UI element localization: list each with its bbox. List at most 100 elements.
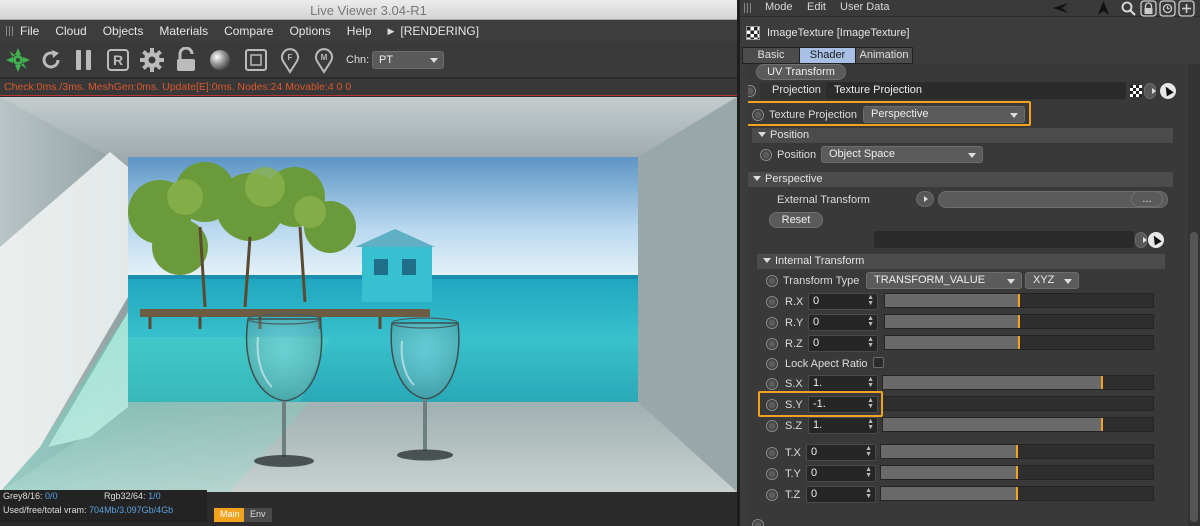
tab-animation[interactable]: Animation — [855, 47, 913, 64]
spinner-icon[interactable]: ▲ ▼ — [867, 418, 874, 431]
tx-slider[interactable] — [880, 444, 1154, 459]
channel-select[interactable]: PT — [372, 51, 444, 69]
slider-handle[interactable] — [1018, 294, 1020, 307]
lock-aspect-animate-dot[interactable] — [766, 358, 778, 370]
material-pin-icon[interactable]: M — [310, 46, 338, 74]
vertical-scrollbar[interactable] — [1188, 64, 1200, 526]
history-icon[interactable] — [1159, 0, 1176, 17]
menu-compare[interactable]: Compare — [224, 24, 273, 38]
sx-input[interactable]: 1. ▲ ▼ — [808, 375, 878, 392]
menu-help[interactable]: Help — [347, 24, 372, 38]
tab-shader[interactable]: Shader — [799, 47, 856, 64]
rx-slider[interactable] — [884, 293, 1154, 308]
spinner-icon[interactable]: ▲ ▼ — [865, 466, 872, 479]
tab-basic[interactable]: Basic — [742, 47, 800, 64]
transform-type-animate-dot[interactable] — [766, 275, 778, 287]
slider-handle[interactable] — [1018, 336, 1020, 349]
spinner-icon[interactable]: ▲ ▼ — [867, 376, 874, 389]
tx-animate-dot[interactable] — [766, 447, 778, 459]
rx-animate-dot[interactable] — [766, 296, 778, 308]
rotation-order-select[interactable]: XYZ — [1025, 272, 1079, 289]
lock-icon[interactable] — [1140, 0, 1157, 17]
up-arrow-icon[interactable] — [1095, 0, 1112, 17]
reset-button[interactable]: Reset — [769, 212, 823, 228]
transform-type-select[interactable]: TRANSFORM_VALUE — [866, 272, 1022, 289]
sx-slider[interactable] — [882, 375, 1154, 390]
pick-pointer-icon[interactable] — [1148, 232, 1164, 248]
projection-link-field[interactable]: Texture Projection — [826, 82, 1126, 99]
ty-slider[interactable] — [880, 465, 1154, 480]
grip-icon[interactable] — [744, 3, 753, 13]
spinner-icon[interactable]: ▲ ▼ — [865, 445, 872, 458]
texture-preview-icon[interactable] — [1130, 85, 1142, 97]
back-arrow-icon[interactable] — [1052, 0, 1069, 17]
tz-input[interactable]: 0 ▲ ▼ — [806, 486, 876, 503]
settings-gear-icon[interactable] — [138, 46, 166, 74]
rz-input[interactable]: 0 ▲ ▼ — [808, 335, 878, 352]
material-ball-icon[interactable] — [206, 46, 234, 74]
projection-animate-dot[interactable] — [748, 85, 756, 97]
menu-user-data[interactable]: User Data — [840, 1, 890, 13]
sz-input[interactable]: 1. ▲ ▼ — [808, 417, 878, 434]
focus-pin-icon[interactable]: F — [276, 46, 304, 74]
restart-icon[interactable] — [37, 46, 65, 74]
menu-cloud[interactable]: Cloud — [55, 24, 86, 38]
ry-input[interactable]: 0 ▲ ▼ — [808, 314, 878, 331]
tz-slider[interactable] — [880, 486, 1154, 501]
render-canvas[interactable] — [0, 97, 737, 492]
slider-handle[interactable] — [1018, 315, 1020, 328]
tab-env[interactable]: Env — [244, 508, 272, 522]
position-animate-dot[interactable] — [760, 149, 772, 161]
ry-slider[interactable] — [884, 314, 1154, 329]
rx-input[interactable]: 0 ▲ ▼ — [808, 293, 878, 310]
menu-edit[interactable]: Edit — [807, 1, 826, 13]
scrollbar-thumb[interactable] — [1190, 232, 1198, 522]
menu-options[interactable]: Options — [289, 24, 330, 38]
perspective-group-header[interactable]: Perspective — [748, 172, 1173, 187]
sz-animate-dot[interactable] — [766, 420, 778, 432]
sx-animate-dot[interactable] — [766, 378, 778, 390]
position-group-header[interactable]: Position — [752, 128, 1173, 143]
external-transform-browse-button[interactable]: ... — [1131, 191, 1163, 207]
slider-handle[interactable] — [1016, 466, 1018, 479]
tz-animate-dot[interactable] — [766, 489, 778, 501]
slider-handle[interactable] — [1016, 445, 1018, 458]
link-field[interactable] — [874, 231, 1134, 248]
menu-materials[interactable]: Materials — [159, 24, 208, 38]
rz-slider[interactable] — [884, 335, 1154, 350]
internal-transform-group-header[interactable]: Internal Transform — [757, 254, 1165, 269]
add-panel-icon[interactable] — [1178, 0, 1195, 17]
pause-icon[interactable] — [70, 46, 98, 74]
tx-input[interactable]: 0 ▲ ▼ — [806, 444, 876, 461]
slider-handle[interactable] — [1100, 376, 1103, 389]
menu-mode[interactable]: Mode — [765, 1, 793, 13]
sy-slider[interactable] — [882, 396, 1154, 411]
lock-aspect-checkbox[interactable] — [873, 357, 884, 368]
ty-input[interactable]: 0 ▲ ▼ — [806, 465, 876, 482]
frame-icon[interactable] — [242, 46, 270, 74]
grip-icon[interactable] — [0, 20, 20, 42]
slider-handle[interactable] — [1016, 487, 1018, 500]
menu-file[interactable]: File — [20, 24, 39, 38]
projection-expand-button[interactable] — [1144, 83, 1156, 99]
spinner-icon[interactable]: ▲ ▼ — [867, 294, 874, 307]
ry-animate-dot[interactable] — [766, 317, 778, 329]
tab-main[interactable]: Main — [214, 508, 246, 522]
next-row-animate-dot[interactable] — [752, 519, 764, 526]
play-arrow-icon[interactable]: ▶ — [387, 26, 394, 37]
spinner-icon[interactable]: ▲ ▼ — [867, 336, 874, 349]
ty-animate-dot[interactable] — [766, 468, 778, 480]
sz-slider[interactable] — [882, 417, 1154, 432]
external-transform-expand-button[interactable] — [916, 191, 934, 207]
pick-pointer-icon[interactable] — [1160, 83, 1176, 99]
position-select[interactable]: Object Space — [821, 146, 983, 163]
search-icon[interactable] — [1120, 0, 1137, 17]
uv-transform-button[interactable]: UV Transform — [756, 64, 846, 80]
menu-objects[interactable]: Objects — [103, 24, 144, 38]
octane-logo-icon[interactable] — [4, 46, 32, 74]
spinner-icon[interactable]: ▲ ▼ — [865, 487, 872, 500]
region-render-icon[interactable]: R — [104, 46, 132, 74]
spinner-icon[interactable]: ▲ ▼ — [867, 315, 874, 328]
unlock-icon[interactable] — [172, 46, 200, 74]
slider-handle[interactable] — [1100, 418, 1103, 431]
